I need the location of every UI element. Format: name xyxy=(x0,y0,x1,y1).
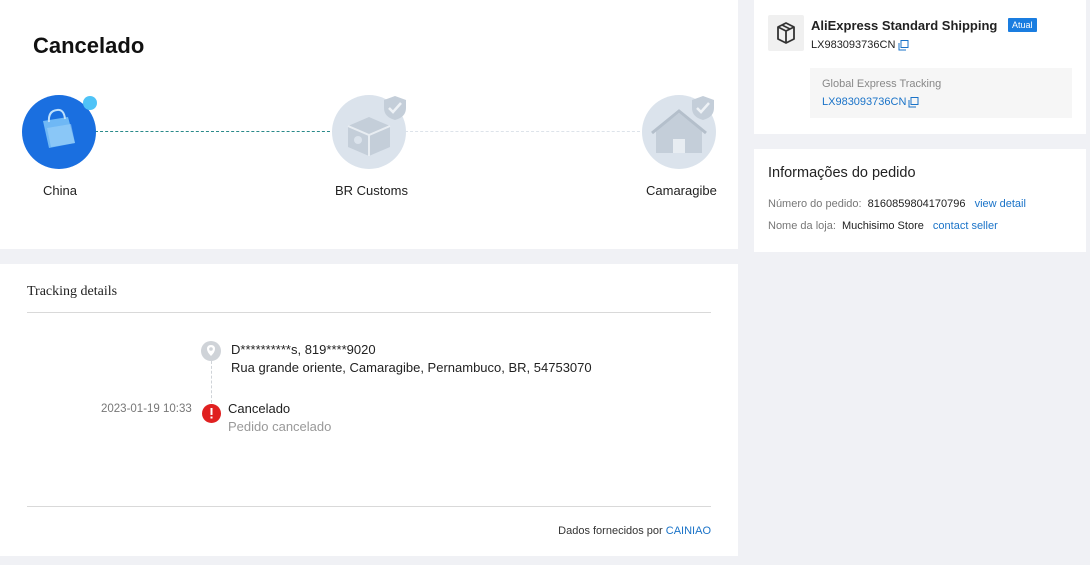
global-tracking-box: Global Express Tracking LX983093736CN xyxy=(810,68,1072,118)
event-title: Cancelado xyxy=(228,401,291,416)
order-number-label: Número do pedido: xyxy=(768,198,862,210)
shield-check-icon xyxy=(384,96,406,120)
view-detail-link[interactable]: view detail xyxy=(975,198,1026,210)
data-provider-footer: Dados fornecidos por CAINIAO xyxy=(558,525,711,537)
order-info-card: Informações do pedido Número do pedido: … xyxy=(754,149,1086,252)
current-badge: Atual xyxy=(1008,18,1037,32)
step-china-circle xyxy=(22,95,97,169)
timeline-connector xyxy=(211,361,212,403)
tracking-section-title: Tracking details xyxy=(27,284,118,299)
store-name-row: Nome da loja: Muchisimo Store contact se… xyxy=(768,220,998,232)
package-icon xyxy=(768,15,804,51)
order-number-value: 8160859804170796 xyxy=(867,198,966,210)
contact-seller-link[interactable]: contact seller xyxy=(933,220,998,232)
step-destination-label: Camaragibe xyxy=(646,183,717,198)
data-provider-link[interactable]: CAINIAO xyxy=(666,525,711,537)
step-customs-circle xyxy=(332,95,406,169)
event-datetime: 2023-01-19 10:33 xyxy=(101,403,192,415)
status-card: Cancelado China BR Customs Camaragibe xyxy=(0,0,738,249)
step-destination-circle xyxy=(642,95,716,169)
tracking-details-card: Tracking details D**********s, 819****90… xyxy=(0,264,738,556)
shipping-info-card: AliExpress Standard Shipping Atual LX983… xyxy=(754,0,1086,134)
copy-icon[interactable] xyxy=(908,97,919,108)
step-customs-label: BR Customs xyxy=(335,183,408,198)
store-name-value: Muchisimo Store xyxy=(841,220,924,232)
step-china-label: China xyxy=(43,183,77,198)
data-provider-prefix: Dados fornecidos por xyxy=(558,525,663,537)
global-tracking-label: Global Express Tracking xyxy=(822,78,942,90)
step-active-marker xyxy=(83,96,97,110)
tracking-number: LX983093736CN xyxy=(811,39,896,51)
tracking-top-divider xyxy=(27,312,711,313)
tracking-bottom-divider xyxy=(27,506,711,507)
store-name-label: Nome da loja: xyxy=(768,220,836,232)
order-info-title: Informações do pedido xyxy=(768,165,916,181)
progress-line-pending xyxy=(405,131,645,132)
event-description: Pedido cancelado xyxy=(228,419,332,434)
order-number-row: Número do pedido: 8160859804170796 view … xyxy=(768,198,1026,210)
shield-check-icon xyxy=(692,96,714,120)
global-tracking-number[interactable]: LX983093736CN xyxy=(822,96,906,108)
copy-icon[interactable] xyxy=(898,40,909,51)
progress-line-completed xyxy=(95,131,335,132)
status-title: Cancelado xyxy=(33,33,145,58)
delivery-address-street: Rua grande oriente, Camaragibe, Pernambu… xyxy=(231,360,592,375)
location-pin-icon xyxy=(201,341,221,361)
delivery-address-recipient: D**********s, 819****9020 xyxy=(231,342,376,357)
shipping-method-name: AliExpress Standard Shipping xyxy=(811,18,998,33)
alert-icon xyxy=(202,404,221,423)
